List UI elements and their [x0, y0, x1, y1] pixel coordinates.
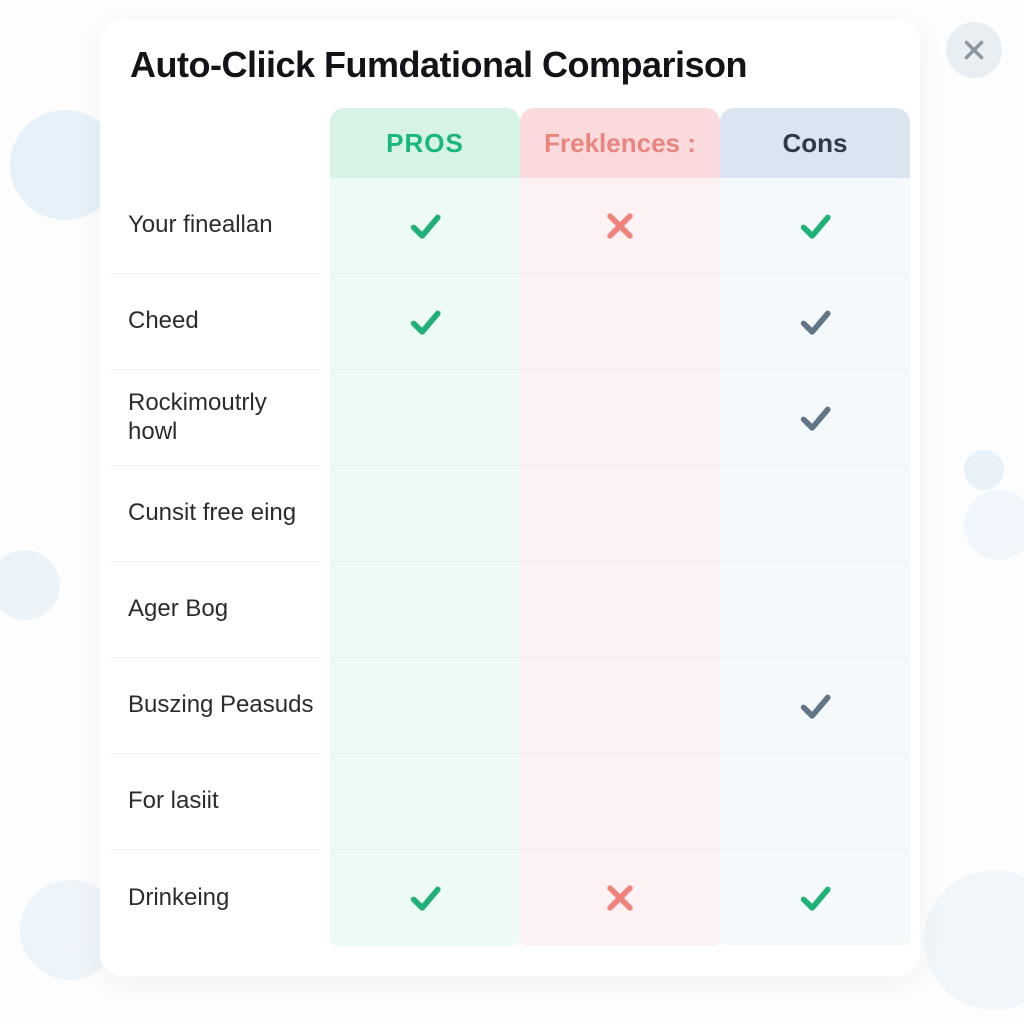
- cell-cons: [720, 658, 910, 754]
- row-label: Rockimoutrly howl: [110, 370, 320, 466]
- column-header-cons: Cons: [720, 108, 910, 178]
- cell-frek: [520, 178, 720, 274]
- cell-cons: [720, 370, 910, 466]
- cell-cons: [720, 274, 910, 370]
- column-header-pros: PROS: [330, 108, 520, 178]
- cell-pros: [330, 754, 520, 850]
- cell-pros: [330, 562, 520, 658]
- cell-cons: [720, 178, 910, 274]
- cell-frek: [520, 850, 720, 946]
- row-label: Your fineallan: [110, 178, 320, 274]
- cell-frek: [520, 370, 720, 466]
- check-icon: [798, 881, 832, 915]
- cell-pros: [330, 178, 520, 274]
- cell-cons: [720, 466, 910, 562]
- row-label: Buszing Peasuds: [110, 658, 320, 754]
- row-label: Ager Bog: [110, 562, 320, 658]
- check-icon: [408, 881, 442, 915]
- cell-pros: [330, 658, 520, 754]
- row-label: Drinkeing: [110, 850, 320, 946]
- cell-frek: [520, 274, 720, 370]
- row-label: Cunsit free eing: [110, 466, 320, 562]
- cell-frek: [520, 466, 720, 562]
- close-icon: [961, 37, 987, 63]
- cell-frek: [520, 658, 720, 754]
- check-icon: [408, 305, 442, 339]
- cell-cons: [720, 850, 910, 946]
- check-icon: [408, 209, 442, 243]
- page-title: Auto-Cliick Fumdational Comparison: [100, 38, 920, 108]
- cell-cons: [720, 562, 910, 658]
- cross-icon: [603, 209, 637, 243]
- check-icon: [798, 689, 832, 723]
- column-header-frek: Freklences :: [520, 108, 720, 178]
- cell-pros: [330, 466, 520, 562]
- row-label: Cheed: [110, 274, 320, 370]
- check-icon: [798, 401, 832, 435]
- cell-frek: [520, 754, 720, 850]
- check-icon: [798, 305, 832, 339]
- comparison-card: Auto-Cliick Fumdational Comparison PROS …: [100, 20, 920, 976]
- cell-pros: [330, 370, 520, 466]
- cell-pros: [330, 850, 520, 946]
- comparison-table: PROS Freklences : Cons Your fineallanChe…: [110, 108, 920, 946]
- header-spacer: [110, 108, 330, 178]
- cell-pros: [330, 274, 520, 370]
- check-icon: [798, 209, 832, 243]
- cell-frek: [520, 562, 720, 658]
- row-label: For lasiit: [110, 754, 320, 850]
- cell-cons: [720, 754, 910, 850]
- cross-icon: [603, 881, 637, 915]
- close-button[interactable]: [946, 22, 1002, 78]
